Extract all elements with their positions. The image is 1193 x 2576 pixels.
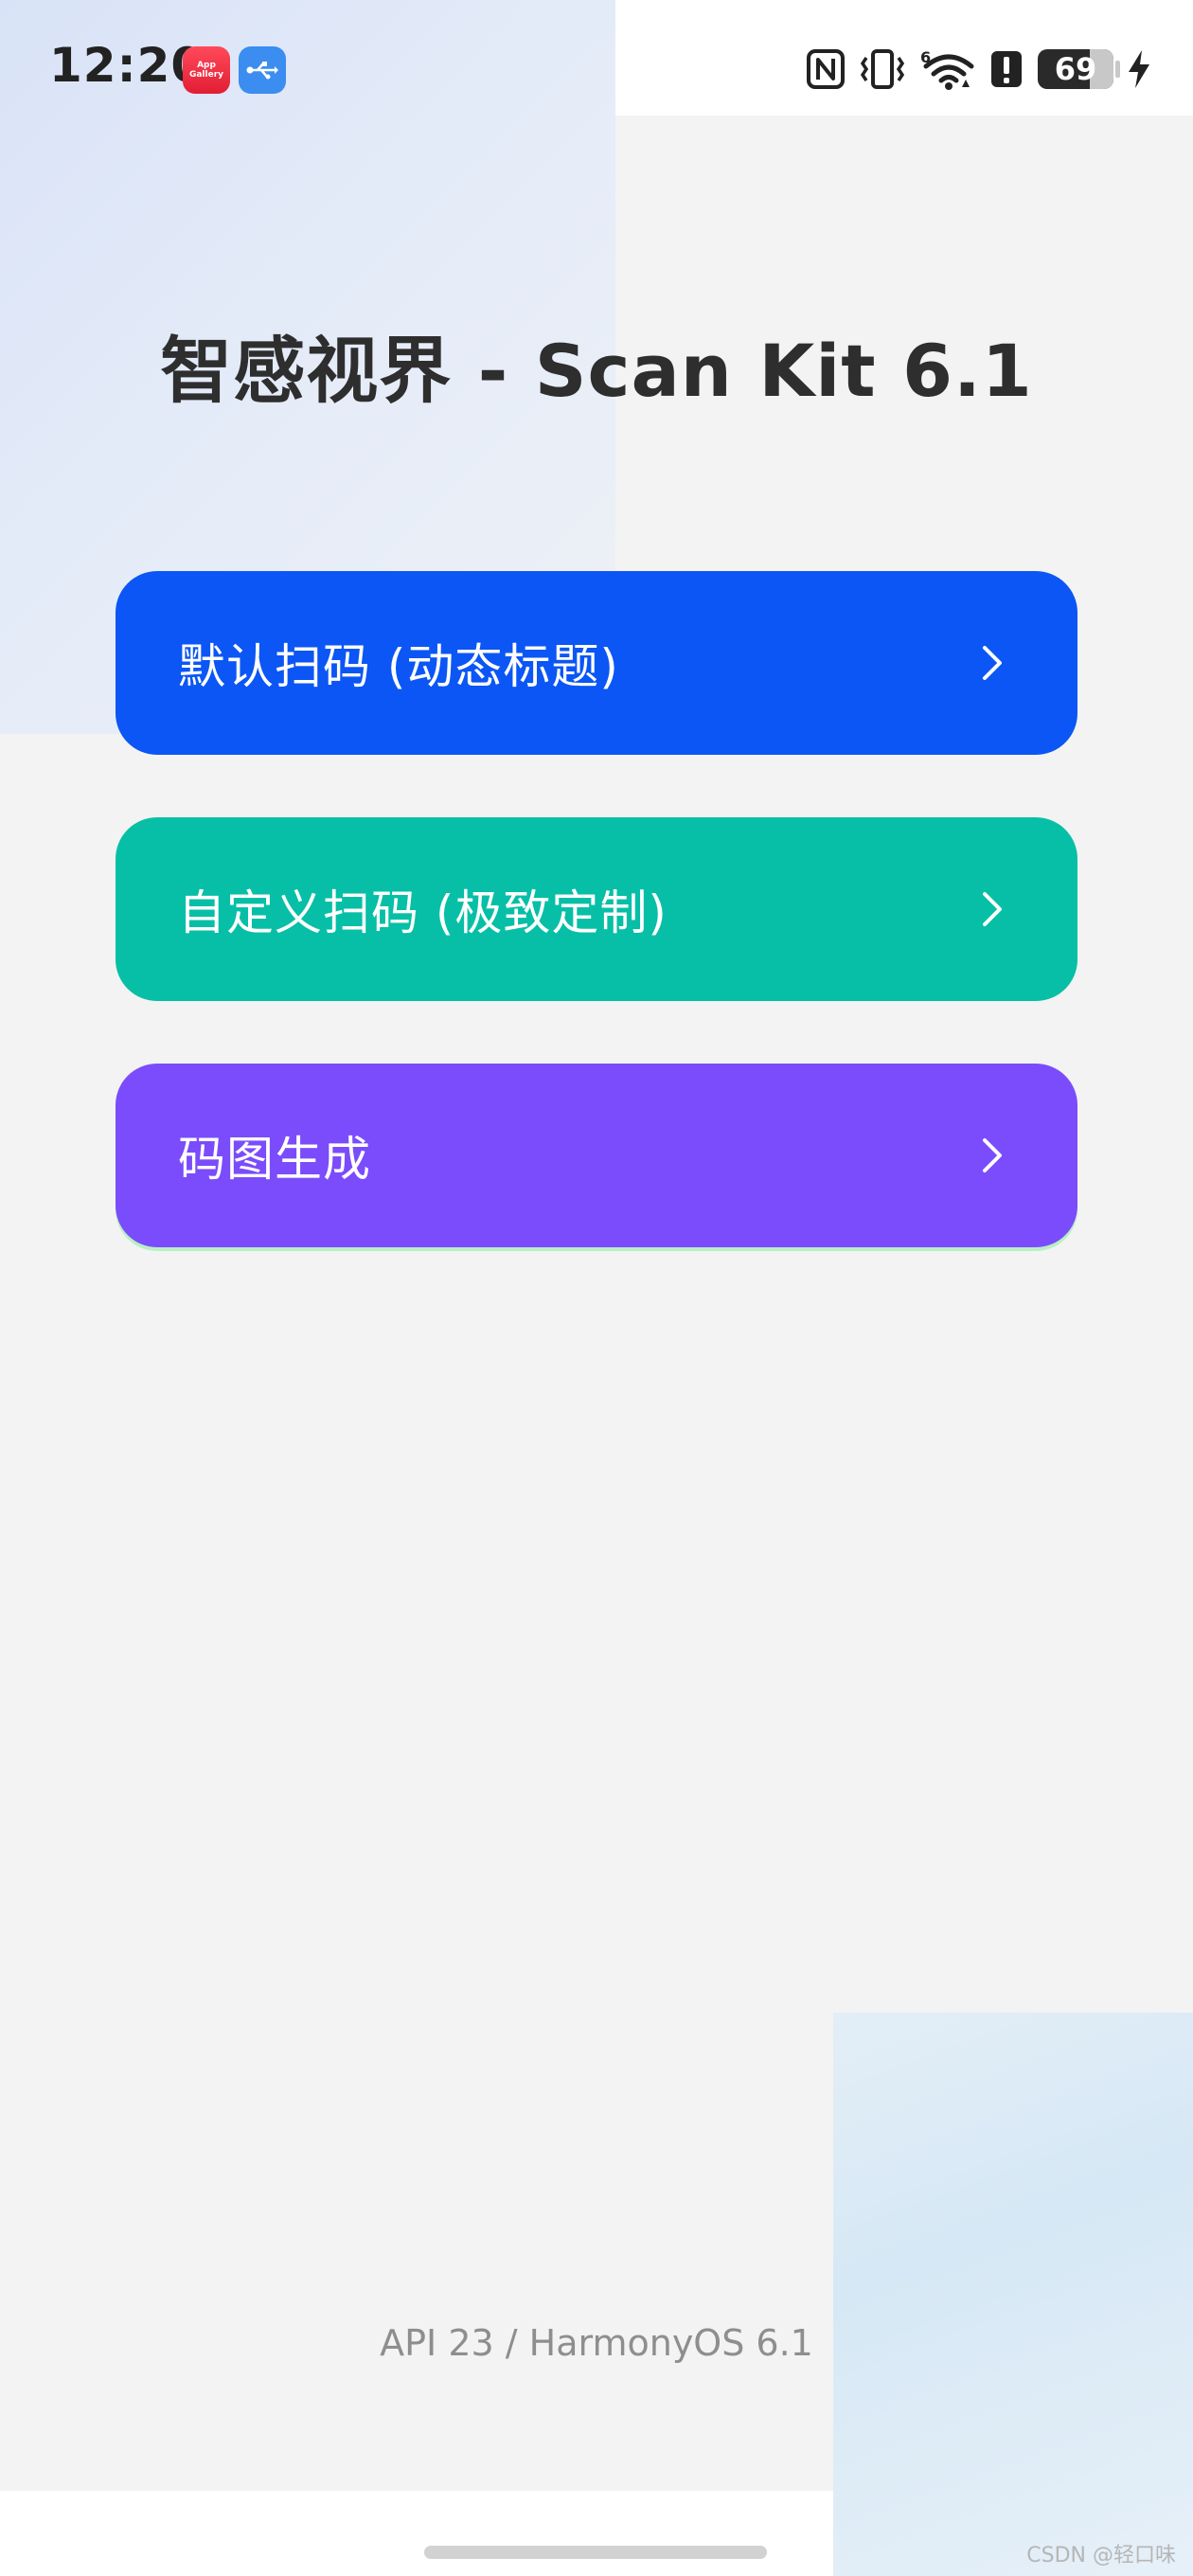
status-bar: 12:20 App Gallery 6 69 [0,0,1193,133]
nfc-icon [805,47,846,91]
custom-scan-button[interactable]: 自定义扫码 (极致定制) [116,817,1077,1001]
battery-indicator: 69 [1038,49,1113,89]
code-generate-label: 码图生成 [178,1132,371,1187]
app-gallery-label-line2: Gallery [188,70,224,80]
battery-level: 69 [1054,51,1097,87]
app-gallery-icon: App Gallery [183,46,230,94]
custom-scan-label: 自定义扫码 (极致定制) [178,886,668,940]
page-title: 智感视界 - Scan Kit 6.1 [160,329,1033,413]
alert-icon [988,47,1024,91]
app-gallery-label-line1: App [197,61,216,70]
usb-icon [239,46,286,94]
battery-cap [1115,61,1120,78]
api-version-text: API 23 / HarmonyOS 6.1 [380,2322,813,2364]
code-generate-button[interactable]: 码图生成 [116,1064,1077,1247]
home-indicator[interactable] [424,2546,767,2559]
watermark: CSDN @轻口味 [1026,2544,1176,2567]
background-gradient-bottom-right [833,2012,1193,2576]
vibrate-icon [858,47,907,91]
background-bottom-left [0,2491,833,2576]
default-scan-button[interactable]: 默认扫码 (动态标题) [116,571,1077,755]
chevron-right-icon [973,644,1011,682]
chevron-right-icon [973,890,1011,928]
charging-icon [1123,47,1155,91]
chevron-right-icon [973,1136,1011,1174]
default-scan-label: 默认扫码 (动态标题) [178,639,619,694]
status-time: 12:20 [49,38,205,93]
wifi-icon: 6 [920,47,977,91]
